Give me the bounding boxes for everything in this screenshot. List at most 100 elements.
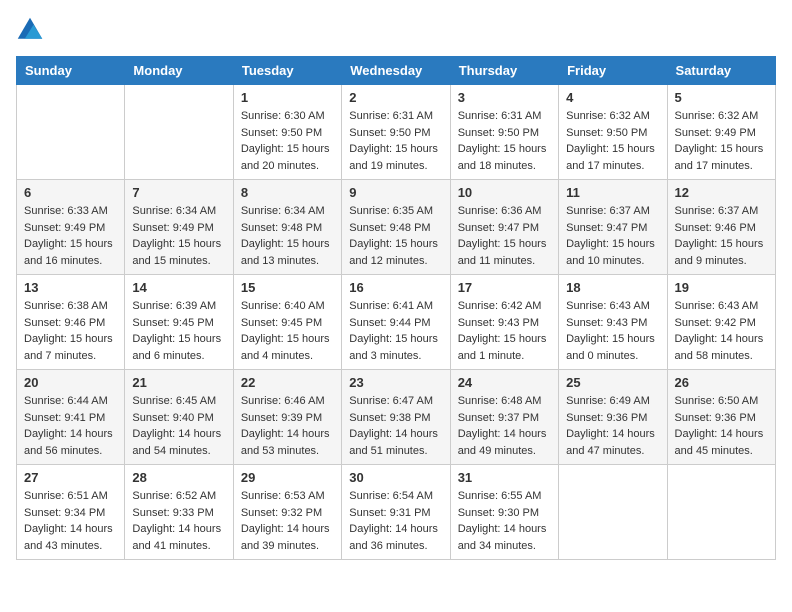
day-info: Sunrise: 6:31 AMSunset: 9:50 PMDaylight:… bbox=[458, 108, 551, 174]
day-number: 26 bbox=[675, 375, 768, 390]
day-number: 2 bbox=[349, 90, 442, 105]
weekday-header: Friday bbox=[559, 57, 667, 85]
day-info: Sunrise: 6:46 AMSunset: 9:39 PMDaylight:… bbox=[241, 393, 334, 459]
day-info: Sunrise: 6:54 AMSunset: 9:31 PMDaylight:… bbox=[349, 488, 442, 554]
day-info: Sunrise: 6:42 AMSunset: 9:43 PMDaylight:… bbox=[458, 298, 551, 364]
day-number: 28 bbox=[132, 470, 225, 485]
day-number: 13 bbox=[24, 280, 117, 295]
weekday-header: Thursday bbox=[450, 57, 558, 85]
calendar-cell: 1 Sunrise: 6:30 AMSunset: 9:50 PMDaylight… bbox=[233, 85, 341, 180]
day-number: 5 bbox=[675, 90, 768, 105]
calendar-cell: 2Sunrise: 6:31 AMSunset: 9:50 PMDaylight… bbox=[342, 85, 450, 180]
calendar-cell: 14 Sunrise: 6:39 AMSunset: 9:45 PMDayligh… bbox=[125, 275, 233, 370]
calendar-cell: 13 Sunrise: 6:38 AMSunset: 9:46 PMDayligh… bbox=[17, 275, 125, 370]
calendar-week-row: 13 Sunrise: 6:38 AMSunset: 9:46 PMDayligh… bbox=[17, 275, 776, 370]
calendar-cell: 22 Sunrise: 6:46 AMSunset: 9:39 PMDayligh… bbox=[233, 370, 341, 465]
calendar-cell: 15 Sunrise: 6:40 AMSunset: 9:45 PMDayligh… bbox=[233, 275, 341, 370]
calendar-cell: 20 Sunrise: 6:44 AMSunset: 9:41 PMDayligh… bbox=[17, 370, 125, 465]
day-info: Sunrise: 6:40 AMSunset: 9:45 PMDaylight:… bbox=[241, 298, 334, 364]
day-info: Sunrise: 6:43 AMSunset: 9:43 PMDaylight:… bbox=[566, 298, 659, 364]
calendar-cell: 18 Sunrise: 6:43 AMSunset: 9:43 PMDayligh… bbox=[559, 275, 667, 370]
day-info: Sunrise: 6:30 AMSunset: 9:50 PMDaylight:… bbox=[241, 108, 334, 174]
calendar-cell: 4Sunrise: 6:32 AMSunset: 9:50 PMDaylight… bbox=[559, 85, 667, 180]
calendar-week-row: 6 Sunrise: 6:33 AMSunset: 9:49 PMDaylight… bbox=[17, 180, 776, 275]
day-number: 30 bbox=[349, 470, 442, 485]
calendar-cell: 11 Sunrise: 6:37 AMSunset: 9:47 PMDayligh… bbox=[559, 180, 667, 275]
day-number: 20 bbox=[24, 375, 117, 390]
calendar-week-row: 1 Sunrise: 6:30 AMSunset: 9:50 PMDaylight… bbox=[17, 85, 776, 180]
calendar-cell: 9 Sunrise: 6:35 AMSunset: 9:48 PMDaylight… bbox=[342, 180, 450, 275]
day-info: Sunrise: 6:45 AMSunset: 9:40 PMDaylight:… bbox=[132, 393, 225, 459]
calendar-cell: 7 Sunrise: 6:34 AMSunset: 9:49 PMDaylight… bbox=[125, 180, 233, 275]
calendar-cell: 30 Sunrise: 6:54 AMSunset: 9:31 PMDayligh… bbox=[342, 465, 450, 560]
calendar-cell: 24Sunrise: 6:48 AMSunset: 9:37 PMDayligh… bbox=[450, 370, 558, 465]
day-number: 25 bbox=[566, 375, 659, 390]
calendar-cell bbox=[667, 465, 775, 560]
day-info: Sunrise: 6:36 AMSunset: 9:47 PMDaylight:… bbox=[458, 203, 551, 269]
day-number: 9 bbox=[349, 185, 442, 200]
calendar-cell: 27Sunrise: 6:51 AMSunset: 9:34 PMDayligh… bbox=[17, 465, 125, 560]
day-number: 8 bbox=[241, 185, 334, 200]
weekday-header: Wednesday bbox=[342, 57, 450, 85]
day-number: 17 bbox=[458, 280, 551, 295]
calendar-cell bbox=[559, 465, 667, 560]
calendar-cell: 29Sunrise: 6:53 AMSunset: 9:32 PMDayligh… bbox=[233, 465, 341, 560]
weekday-header: Monday bbox=[125, 57, 233, 85]
calendar-cell: 12Sunrise: 6:37 AMSunset: 9:46 PMDayligh… bbox=[667, 180, 775, 275]
calendar-cell: 6 Sunrise: 6:33 AMSunset: 9:49 PMDaylight… bbox=[17, 180, 125, 275]
day-info: Sunrise: 6:34 AMSunset: 9:48 PMDaylight:… bbox=[241, 203, 334, 269]
day-number: 16 bbox=[349, 280, 442, 295]
calendar-cell: 26 Sunrise: 6:50 AMSunset: 9:36 PMDayligh… bbox=[667, 370, 775, 465]
day-info: Sunrise: 6:38 AMSunset: 9:46 PMDaylight:… bbox=[24, 298, 117, 364]
day-info: Sunrise: 6:55 AMSunset: 9:30 PMDaylight:… bbox=[458, 488, 551, 554]
calendar-cell: 31 Sunrise: 6:55 AMSunset: 9:30 PMDayligh… bbox=[450, 465, 558, 560]
calendar-cell: 28Sunrise: 6:52 AMSunset: 9:33 PMDayligh… bbox=[125, 465, 233, 560]
day-info: Sunrise: 6:37 AMSunset: 9:47 PMDaylight:… bbox=[566, 203, 659, 269]
calendar-cell: 5Sunrise: 6:32 AMSunset: 9:49 PMDaylight… bbox=[667, 85, 775, 180]
day-number: 11 bbox=[566, 185, 659, 200]
logo-icon bbox=[16, 16, 44, 44]
calendar-cell: 19Sunrise: 6:43 AMSunset: 9:42 PMDayligh… bbox=[667, 275, 775, 370]
day-number: 1 bbox=[241, 90, 334, 105]
day-number: 21 bbox=[132, 375, 225, 390]
calendar-cell: 25 Sunrise: 6:49 AMSunset: 9:36 PMDayligh… bbox=[559, 370, 667, 465]
day-info: Sunrise: 6:50 AMSunset: 9:36 PMDaylight:… bbox=[675, 393, 768, 459]
day-number: 18 bbox=[566, 280, 659, 295]
calendar-cell bbox=[17, 85, 125, 180]
day-number: 22 bbox=[241, 375, 334, 390]
day-info: Sunrise: 6:33 AMSunset: 9:49 PMDaylight:… bbox=[24, 203, 117, 269]
page-header bbox=[16, 16, 776, 44]
calendar-cell: 8 Sunrise: 6:34 AMSunset: 9:48 PMDaylight… bbox=[233, 180, 341, 275]
day-info: Sunrise: 6:34 AMSunset: 9:49 PMDaylight:… bbox=[132, 203, 225, 269]
day-number: 14 bbox=[132, 280, 225, 295]
calendar-cell: 3 Sunrise: 6:31 AMSunset: 9:50 PMDaylight… bbox=[450, 85, 558, 180]
day-info: Sunrise: 6:49 AMSunset: 9:36 PMDaylight:… bbox=[566, 393, 659, 459]
day-info: Sunrise: 6:47 AMSunset: 9:38 PMDaylight:… bbox=[349, 393, 442, 459]
calendar-cell: 16 Sunrise: 6:41 AMSunset: 9:44 PMDayligh… bbox=[342, 275, 450, 370]
day-number: 15 bbox=[241, 280, 334, 295]
day-number: 7 bbox=[132, 185, 225, 200]
weekday-header: Sunday bbox=[17, 57, 125, 85]
day-number: 31 bbox=[458, 470, 551, 485]
logo bbox=[16, 16, 48, 44]
day-info: Sunrise: 6:35 AMSunset: 9:48 PMDaylight:… bbox=[349, 203, 442, 269]
day-number: 3 bbox=[458, 90, 551, 105]
day-number: 6 bbox=[24, 185, 117, 200]
day-number: 12 bbox=[675, 185, 768, 200]
day-number: 19 bbox=[675, 280, 768, 295]
calendar-week-row: 27Sunrise: 6:51 AMSunset: 9:34 PMDayligh… bbox=[17, 465, 776, 560]
weekday-header: Saturday bbox=[667, 57, 775, 85]
day-info: Sunrise: 6:48 AMSunset: 9:37 PMDaylight:… bbox=[458, 393, 551, 459]
calendar-cell: 21 Sunrise: 6:45 AMSunset: 9:40 PMDayligh… bbox=[125, 370, 233, 465]
calendar-table: SundayMondayTuesdayWednesdayThursdayFrid… bbox=[16, 56, 776, 560]
calendar-cell: 23 Sunrise: 6:47 AMSunset: 9:38 PMDayligh… bbox=[342, 370, 450, 465]
day-number: 10 bbox=[458, 185, 551, 200]
day-info: Sunrise: 6:44 AMSunset: 9:41 PMDaylight:… bbox=[24, 393, 117, 459]
day-info: Sunrise: 6:39 AMSunset: 9:45 PMDaylight:… bbox=[132, 298, 225, 364]
day-number: 23 bbox=[349, 375, 442, 390]
day-number: 27 bbox=[24, 470, 117, 485]
day-number: 4 bbox=[566, 90, 659, 105]
calendar-cell: 17 Sunrise: 6:42 AMSunset: 9:43 PMDayligh… bbox=[450, 275, 558, 370]
day-info: Sunrise: 6:41 AMSunset: 9:44 PMDaylight:… bbox=[349, 298, 442, 364]
weekday-header: Tuesday bbox=[233, 57, 341, 85]
